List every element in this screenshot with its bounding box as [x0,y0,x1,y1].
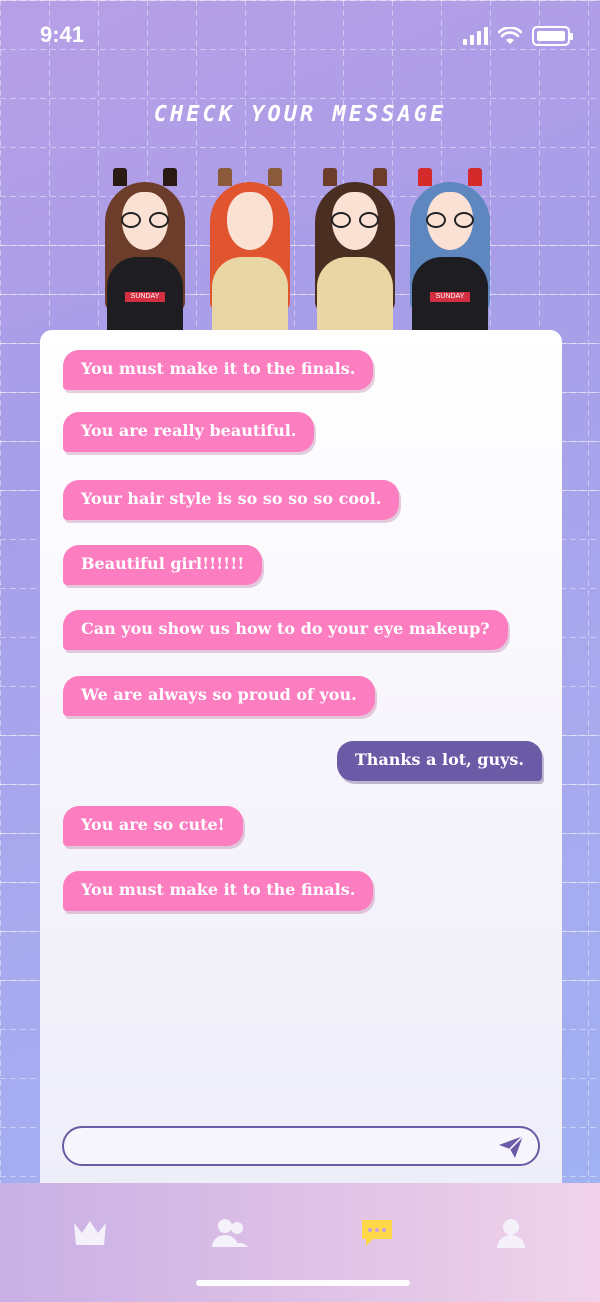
incoming-message: You must make it to the finals. [63,871,374,911]
chat-icon [362,1220,392,1246]
tab-friends[interactable] [210,1215,250,1251]
profile-icon [497,1219,525,1248]
tab-ranking[interactable] [70,1215,110,1251]
friends-icon [212,1219,248,1247]
incoming-message: You must make it to the finals. [63,350,374,390]
shirt-label: SUNDAY [430,292,470,302]
tab-bar [0,1183,600,1302]
status-time: 9:41 [40,22,85,47]
status-bar: 9:41 [0,0,600,70]
wifi-icon [498,27,522,44]
character-avatar: SUNDAY [400,162,500,332]
message-input[interactable] [78,1134,478,1160]
battery-icon [532,26,573,46]
character-avatar: SUNDAY [95,162,195,332]
outgoing-message: Thanks a lot, guys. [336,741,542,781]
signal-icon [463,27,488,45]
incoming-message: You are so cute! [63,806,243,846]
page-title: CHECK YOUR MESSAGE [153,102,447,127]
shirt-label: SUNDAY [125,292,165,302]
tab-profile[interactable] [491,1215,531,1251]
character-avatar [200,162,300,332]
crown-icon [74,1221,106,1245]
incoming-message: We are always so proud of you. [63,676,375,716]
incoming-message: Can you show us how to do your eye makeu… [63,610,508,650]
incoming-message: Beautiful girl!!!!!! [63,545,263,585]
characters-illustration: SUNDAY SUNDAY [95,160,505,332]
tab-messages[interactable] [357,1215,397,1251]
message-composer [62,1126,540,1166]
status-icons [463,26,573,46]
incoming-message: You are really beautiful. [63,412,315,452]
home-indicator [196,1280,410,1286]
incoming-message: Your hair style is so so so so cool. [63,480,400,520]
message-card: You must make it to the finals. You are r… [40,330,562,1190]
character-avatar [305,162,405,332]
send-icon[interactable] [498,1135,524,1159]
